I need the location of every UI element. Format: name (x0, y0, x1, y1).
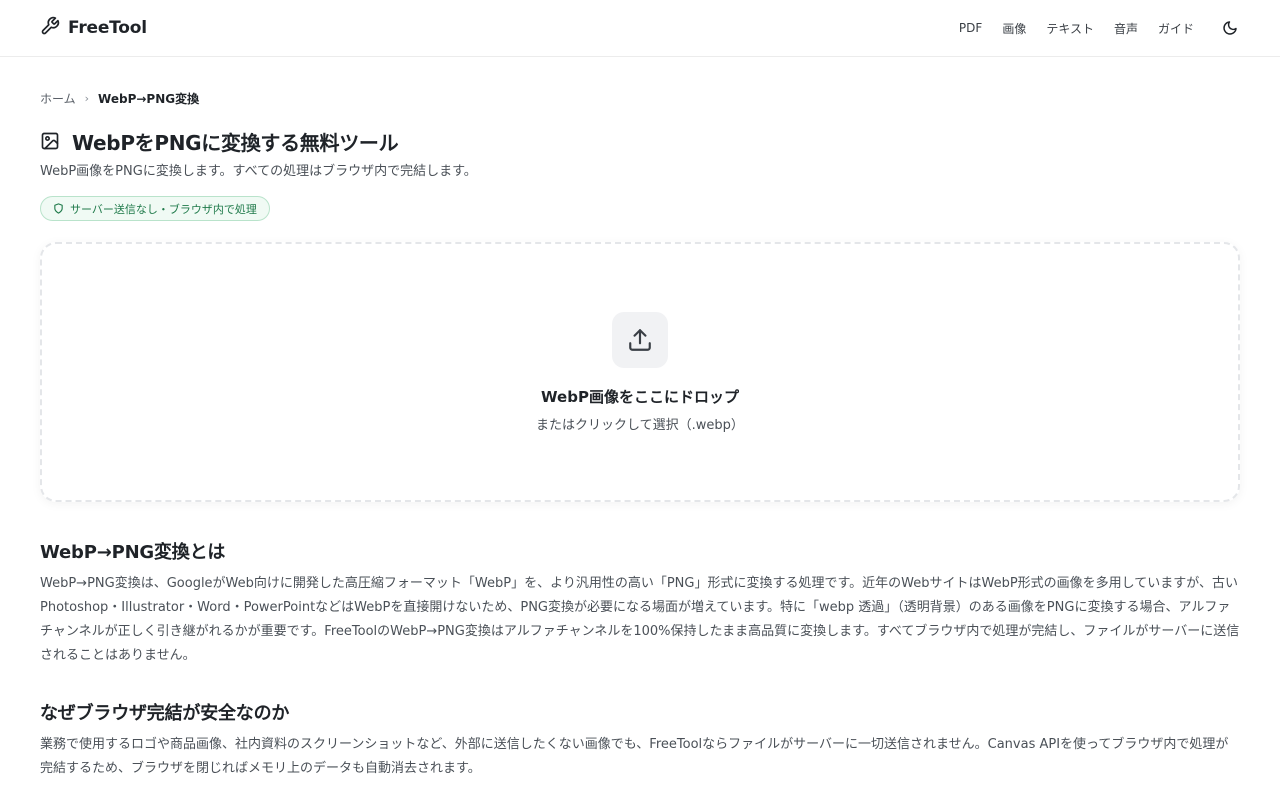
main-content: ホーム › WebP→PNG変換 WebPをPNGに変換する無料ツール WebP… (0, 90, 1280, 781)
brand-logo-link[interactable]: FreeTool (40, 16, 147, 40)
dropzone-title: WebP画像をここにドロップ (541, 388, 739, 406)
page-title: WebPをPNGに変換する無料ツール (72, 130, 399, 155)
upload-icon-container (612, 312, 668, 368)
nav-link-text[interactable]: テキスト (1046, 20, 1094, 37)
breadcrumb-home[interactable]: ホーム (40, 90, 76, 107)
breadcrumb-separator: › (84, 91, 90, 105)
top-header: FreeTool PDF 画像 テキスト 音声 ガイド (0, 0, 1280, 57)
breadcrumb-current: WebP→PNG変換 (98, 91, 200, 106)
nav-link-image[interactable]: 画像 (1002, 20, 1026, 37)
section-body-safety: 業務で使用するロゴや商品画像、社内資料のスクリーンショットなど、外部に送信したく… (40, 737, 1229, 776)
wrench-icon (40, 16, 60, 40)
nav-link-audio[interactable]: 音声 (1114, 20, 1138, 37)
image-icon (40, 131, 60, 151)
page-title-row: WebPをPNGに変換する無料ツール (40, 128, 1240, 155)
nav-link-guide[interactable]: ガイド (1158, 20, 1194, 37)
section-body-about: WebP→PNG変換は、GoogleがWeb向けに開発した高圧縮フォーマット「W… (40, 576, 1240, 663)
shield-icon (53, 203, 64, 214)
section-heading-about: WebP→PNG変換とは (40, 542, 226, 563)
nav-link-pdf[interactable]: PDF (959, 21, 982, 35)
upload-icon (627, 327, 653, 353)
breadcrumb: ホーム › WebP→PNG変換 (40, 90, 1240, 106)
theme-toggle-button[interactable] (1220, 18, 1240, 38)
moon-icon (1222, 20, 1238, 36)
dropzone-hint: またはクリックして選択（.webp） (536, 418, 744, 433)
main-nav: PDF 画像 テキスト 音声 ガイド (939, 18, 1240, 38)
privacy-badge-label: サーバー送信なし・ブラウザ内で処理 (70, 202, 257, 216)
page-subtitle: WebP画像をPNGに変換します。すべての処理はブラウザ内で完結します。 (40, 164, 477, 179)
section-heading-safety: なぜブラウザ完結が安全なのか (40, 703, 290, 724)
privacy-badge: サーバー送信なし・ブラウザ内で処理 (40, 196, 270, 221)
file-dropzone[interactable]: WebP画像をここにドロップ またはクリックして選択（.webp） (40, 242, 1240, 502)
brand-name: FreeTool (68, 18, 147, 38)
